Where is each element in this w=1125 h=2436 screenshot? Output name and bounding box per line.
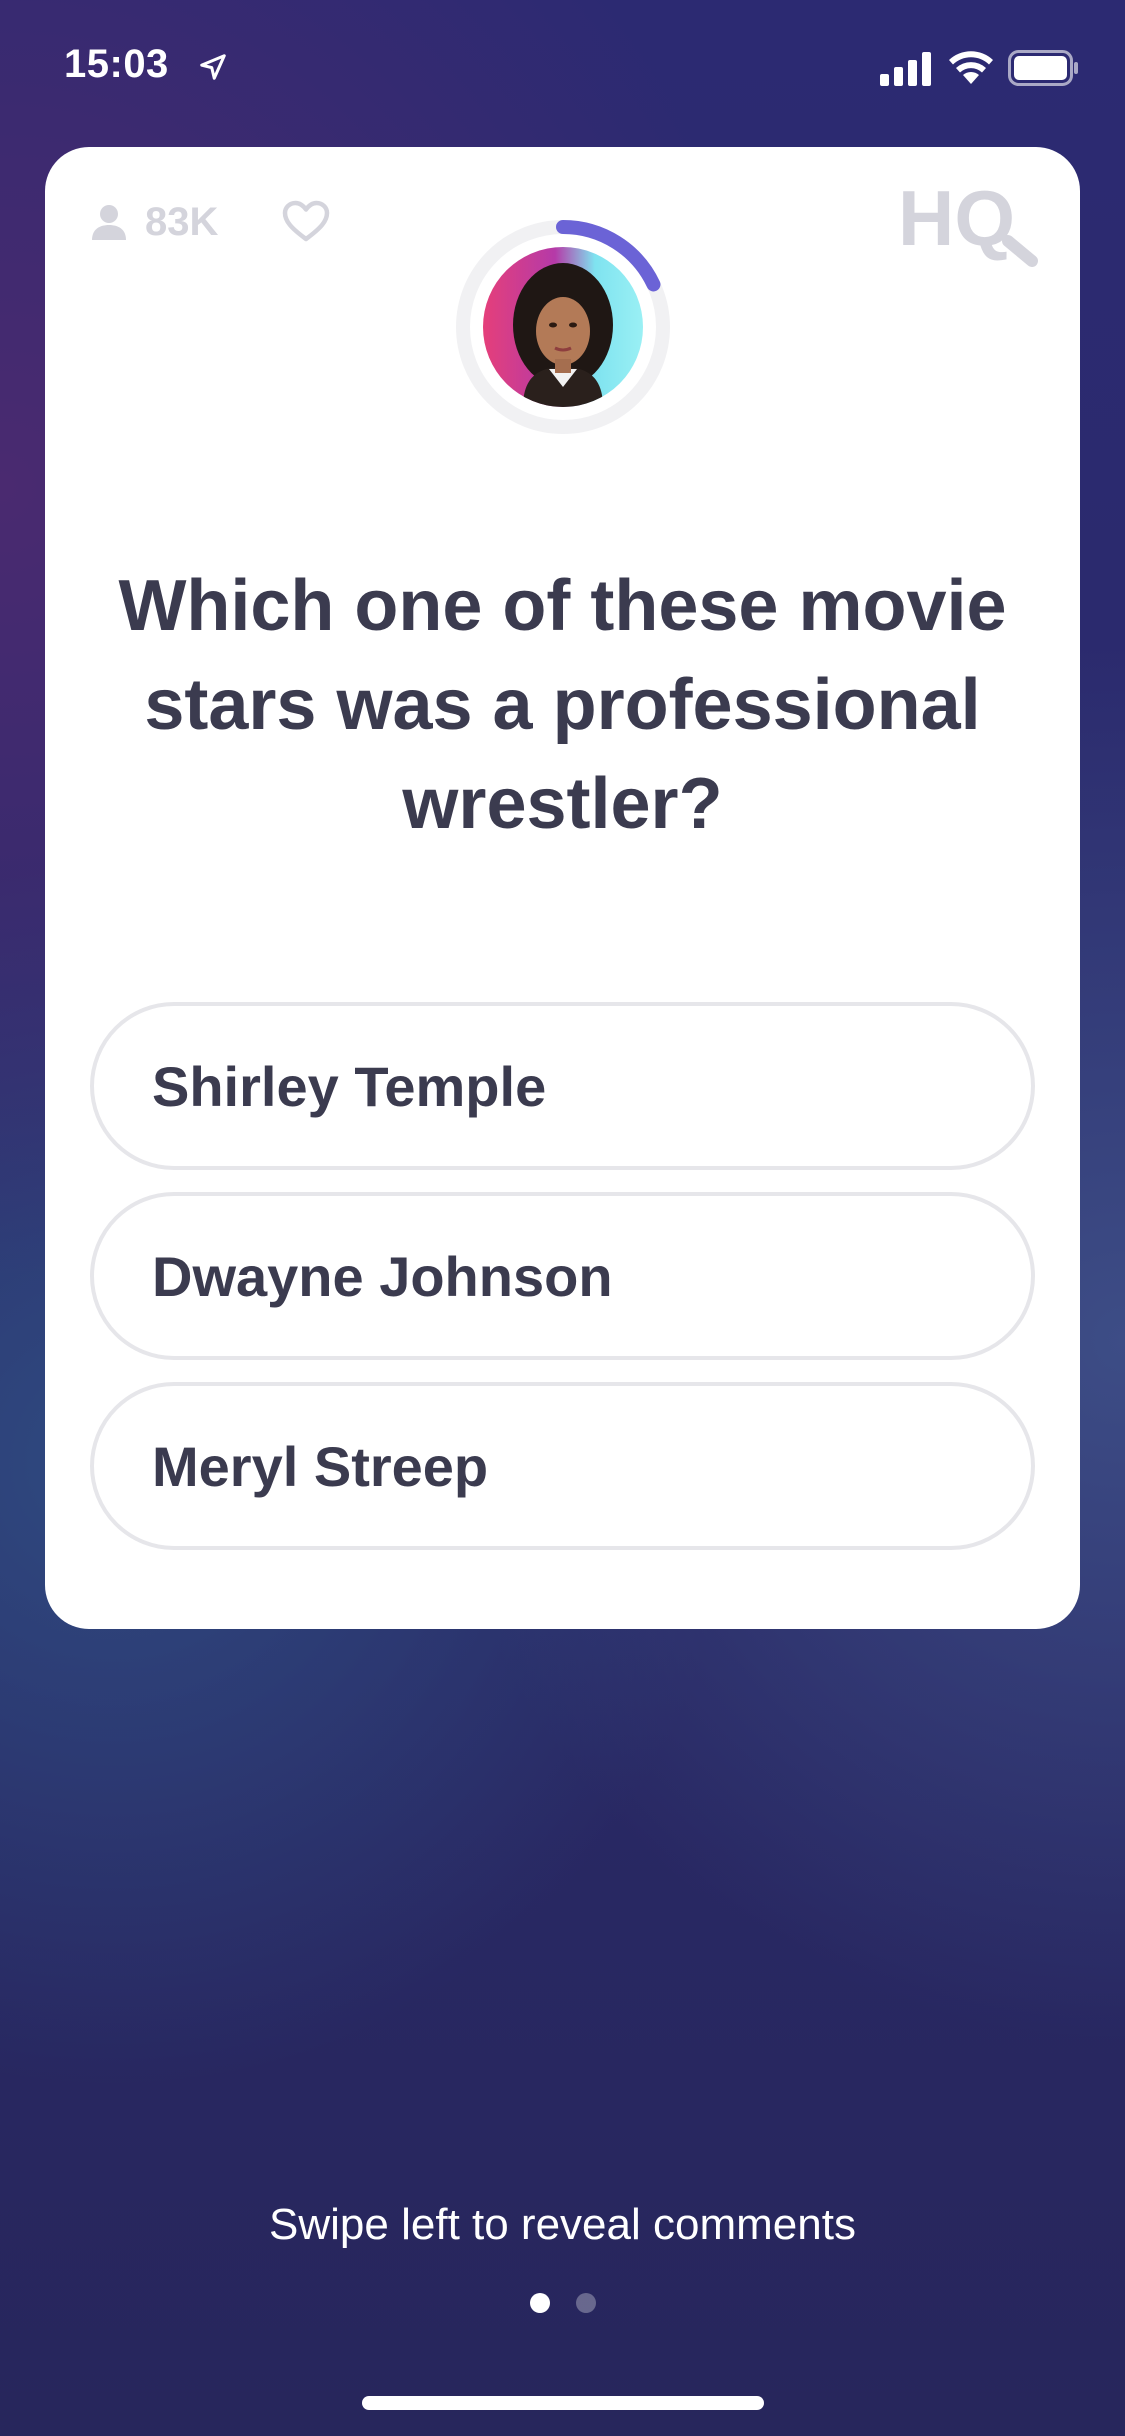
location-arrow-icon [200,54,226,80]
battery-icon [1008,50,1078,86]
host-avatar-timer [453,217,673,437]
answer-option-3[interactable]: Meryl Streep [90,1382,1035,1550]
wifi-icon [949,51,993,84]
question-text: Which one of these movie stars was a pro… [118,566,1007,844]
answer-option-2[interactable]: Dwayne Johnson [90,1192,1035,1360]
host-avatar [483,247,643,407]
question-card: 83K HQ Which one of these movie stars wa… [45,147,1080,1629]
cellular-signal-icon [880,52,931,86]
page-indicator[interactable] [0,2293,1125,2313]
status-bar: 15:03 [0,0,1125,140]
status-time: 15:03 [64,42,169,86]
swipe-hint: Swipe left to reveal comments [269,2200,856,2249]
viewer-count: 83K [89,197,218,247]
page-dot-2[interactable] [575,2293,596,2313]
page-dot-1[interactable] [529,2293,550,2313]
heart-icon[interactable] [281,199,331,243]
user-icon [92,205,126,240]
home-indicator[interactable] [362,2396,764,2410]
answer-options: Shirley Temple Dwayne Johnson Meryl Stre… [90,1002,1035,1572]
hq-logo: HQ [898,177,1038,267]
answer-option-1[interactable]: Shirley Temple [90,1002,1035,1170]
viewer-count-label: 83K [145,199,219,244]
svg-text:HQ: HQ [898,177,1015,262]
